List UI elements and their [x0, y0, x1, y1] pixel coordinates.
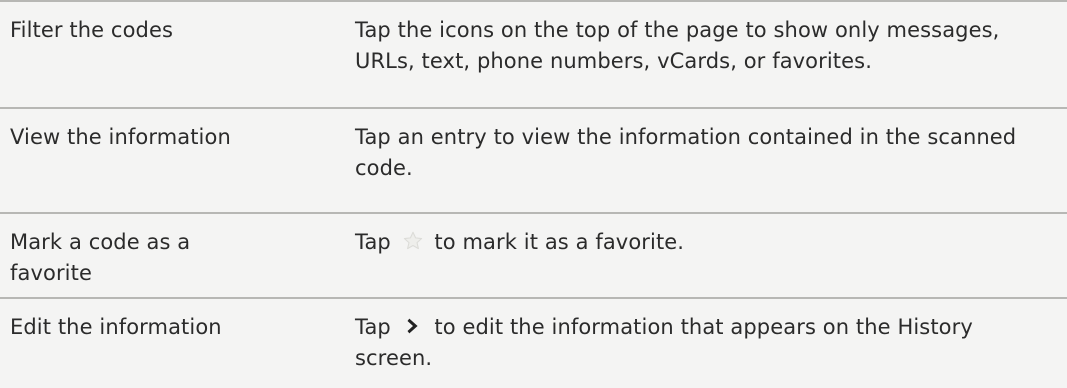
description-text-after: to mark it as a favorite. — [434, 230, 685, 254]
star-icon — [402, 230, 424, 252]
chevron-right-icon — [402, 315, 424, 337]
table-row: Edit the information Tap to edit the inf… — [0, 297, 1067, 388]
description-text-before: Tap — [355, 230, 391, 254]
action-cell: Edit the information — [10, 315, 222, 339]
description-cell: Tap to mark it as a favorite. — [355, 227, 1055, 258]
table-row: View the information Tap an entry to vie… — [0, 107, 1067, 212]
table-row: Filter the codes Tap the icons on the to… — [0, 0, 1067, 107]
action-cell: View the information — [10, 125, 231, 149]
description-cell: Tap an entry to view the information con… — [355, 125, 1017, 180]
description-text-after: to edit the information that appears on … — [355, 315, 973, 370]
instructions-table: Filter the codes Tap the icons on the to… — [0, 0, 1067, 388]
action-cell: Filter the codes — [10, 18, 174, 42]
description-cell: Tap to edit the information that appears… — [355, 312, 1055, 374]
table-row: Mark a code as a favorite Tap to mark it… — [0, 212, 1067, 297]
action-cell: Mark a code as a favorite — [10, 230, 191, 285]
description-text-before: Tap — [355, 315, 391, 339]
description-cell: Tap the icons on the top of the page to … — [355, 18, 1000, 73]
